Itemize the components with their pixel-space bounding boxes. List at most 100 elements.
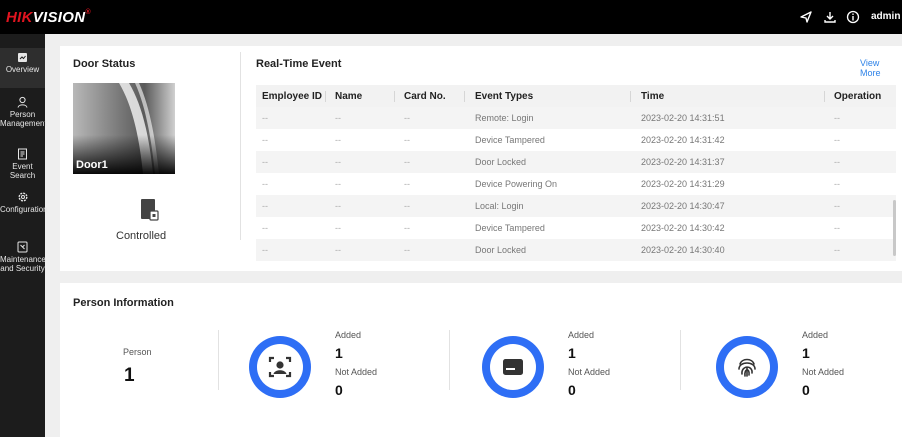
cell-operation: -- [834,245,840,255]
cell-card-no: -- [404,179,410,189]
brand-suffix: VISION [32,9,86,26]
card-not-added-count: 0 [568,382,576,398]
cell-card-no: -- [404,157,410,167]
user-menu[interactable]: admin ⌄ [871,11,902,22]
sidebar-item-label: Event Search [9,162,36,180]
table-row[interactable]: -- -- -- Door Locked 2023-02-20 14:31:37 -- [256,151,896,173]
cell-operation: -- [834,201,840,211]
table-row[interactable]: -- -- -- Device Tampered 2023-02-20 14:30:42… [256,217,896,239]
cell-event-type: Device Tampered [475,223,545,233]
column-operation[interactable]: Operation [834,91,881,102]
cell-event-type: Door Locked [475,245,527,255]
cell-name: -- [335,135,341,145]
stat-divider [218,330,219,390]
door-name: Door1 [76,159,108,171]
cell-card-no: -- [404,113,410,123]
fingerprint-added-label: Added [802,330,829,340]
event-search-icon [18,148,27,160]
card-not-added-label: Not Added [568,367,611,377]
cell-event-type: Door Locked [475,157,527,167]
cell-card-no: -- [404,201,410,211]
cell-operation: -- [834,157,840,167]
card-added-label: Added [568,330,595,340]
table-row[interactable]: -- -- -- Device Powering On 2023-02-20 14:31… [256,173,896,195]
cell-employee-id: -- [262,223,268,233]
cell-name: -- [335,157,341,167]
table-row[interactable]: -- -- -- Device Tampered 2023-02-20 14:31:42… [256,129,896,151]
person-info-title: Person Information [73,297,174,309]
cell-operation: -- [834,135,840,145]
face-not-added-label: Not Added [335,367,378,377]
cell-time: 2023-02-20 14:30:47 [641,201,725,211]
cell-card-no: -- [404,223,410,233]
cell-card-no: -- [404,245,410,255]
sidebar-item-label: Maintenance [0,255,46,264]
sidebar-item-person-management[interactable]: Person Management [0,96,47,136]
cell-employee-id: -- [262,201,268,211]
cell-name: -- [335,201,341,211]
send-icon[interactable] [799,10,813,24]
maintenance-icon [17,241,28,253]
column-card-no[interactable]: Card No. [404,91,446,102]
cell-operation: -- [834,113,840,123]
person-icon [17,96,28,108]
top-bar: HIKVISION® admin ⌄ [0,0,902,34]
person-count: 1 [124,365,135,386]
realtime-event-title: Real-Time Event [256,58,342,70]
face-not-added-count: 0 [335,382,343,398]
face-added-label: Added [335,330,362,340]
download-icon[interactable] [823,10,837,24]
sidebar-item-configuration[interactable]: Configuration [0,191,48,221]
sidebar-item-maintenance[interactable]: Maintenance and Security [0,241,46,281]
cell-time: 2023-02-20 14:31:42 [641,135,725,145]
event-table-header: Employee ID Name Card No. Event Types Ti… [256,85,896,107]
cell-event-type: Device Powering On [475,179,558,189]
face-stat-circle [249,336,311,398]
sidebar-item-label: Overview [5,65,40,74]
table-scrollbar[interactable] [893,200,896,256]
column-separator [325,91,326,102]
column-employee-id[interactable]: Employee ID [262,91,322,102]
table-row[interactable]: -- -- -- Remote: Login 2023-02-20 14:31:51 -- [256,107,896,129]
cell-operation: -- [834,179,840,189]
cell-name: -- [335,179,341,189]
sidebar-item-overview[interactable]: Overview [0,48,45,88]
overview-icon [18,53,27,62]
fingerprint-not-added-label: Not Added [802,367,845,377]
gear-icon [18,192,27,202]
card-stat-circle [482,336,544,398]
fingerprint-added-count: 1 [802,345,810,361]
column-separator [394,91,395,102]
view-more-link[interactable]: View More [860,58,902,78]
cell-event-type: Local: Login [475,201,524,211]
sidebar-item-label: and Security [0,264,45,273]
fingerprint-stat-circle [716,336,778,398]
info-icon[interactable] [846,10,860,24]
sidebar-item-event-search[interactable]: Event Search [0,148,45,180]
cell-time: 2023-02-20 14:31:37 [641,157,725,167]
cell-name: -- [335,223,341,233]
sidebar-item-label: Management [0,119,47,128]
cell-time: 2023-02-20 14:31:51 [641,113,725,123]
stat-divider [449,330,450,390]
fingerprint-icon [738,358,756,377]
cell-employee-id: -- [262,179,268,189]
column-name[interactable]: Name [335,91,362,102]
column-event-types[interactable]: Event Types [475,91,533,102]
column-time[interactable]: Time [641,91,664,102]
cell-employee-id: -- [262,135,268,145]
column-separator [464,91,465,102]
column-separator [630,91,631,102]
stat-divider [680,330,681,390]
panel-divider [240,52,241,240]
table-row[interactable]: -- -- -- Door Locked 2023-02-20 14:30:40 -- [256,239,896,261]
cell-event-type: Device Tampered [475,135,545,145]
cell-time: 2023-02-20 14:30:40 [641,245,725,255]
brand-logo: HIKVISION® [6,9,91,26]
card-added-count: 1 [568,345,576,361]
table-row[interactable]: -- -- -- Local: Login 2023-02-20 14:30:47 -- [256,195,896,217]
cell-card-no: -- [404,135,410,145]
sidebar-item-label: Person [9,110,36,119]
fingerprint-not-added-count: 0 [802,382,810,398]
door-lock-icon [141,199,159,221]
